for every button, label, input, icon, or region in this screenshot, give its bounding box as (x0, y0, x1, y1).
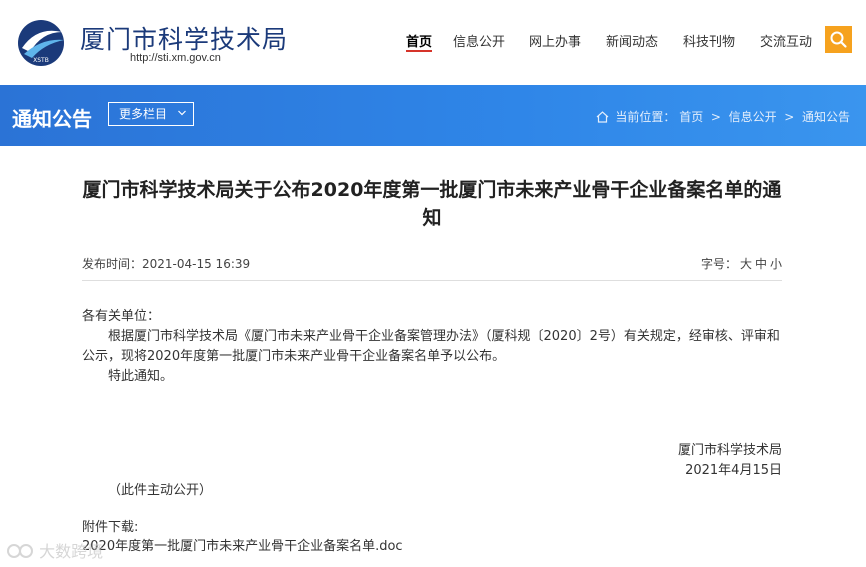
nav-item-interaction[interactable]: 交流互动 (760, 31, 812, 50)
site-url[interactable]: http://sti.xm.gov.cn (130, 52, 221, 64)
salutation: 各有关单位： (82, 309, 161, 324)
font-size-medium[interactable]: 中 (755, 257, 767, 271)
signature-org: 厦门市科学技术局 (677, 443, 782, 458)
chevron-down-icon (178, 110, 186, 116)
article-title: 厦门市科学技术局关于公布2020年度第一批厦门市未来产业骨干企业备案名单的通知 (82, 179, 782, 229)
font-size-label: 字号： (700, 257, 737, 271)
watermark-logo-icon (7, 544, 33, 558)
breadcrumb: 当前位置： 首页 > 信息公开 > 通知公告 (596, 108, 850, 125)
attachment-label: 附件下载: (82, 520, 139, 535)
breadcrumb-separator: > (784, 110, 795, 124)
breadcrumb-prefix: 当前位置： (615, 110, 676, 124)
nav-item-news[interactable]: 新闻动态 (606, 31, 658, 50)
nav-item-info-disclosure[interactable]: 信息公开 (453, 31, 505, 50)
section-banner: 通知公告 更多栏目 当前位置： 首页 > 信息公开 > 通知公告 (0, 85, 866, 146)
breadcrumb-notices[interactable]: 通知公告 (802, 110, 850, 124)
font-size-small[interactable]: 小 (770, 257, 782, 271)
site-title[interactable]: 厦门市科学技术局 (80, 20, 288, 56)
font-size-switcher: 字号：大中小 (701, 255, 782, 272)
nav-item-online-services[interactable]: 网上办事 (529, 31, 581, 50)
closing-line: 特此通知。 (108, 369, 174, 384)
bureau-logo[interactable]: XSTB (12, 18, 70, 68)
more-columns-dropdown[interactable]: 更多栏目 (108, 102, 194, 126)
watermark: 大数跨境 (6, 538, 103, 562)
attachment-link[interactable]: 2020年度第一批厦门市未来产业骨干企业备案名单.doc (82, 535, 403, 554)
public-note: （此件主动公开） (108, 483, 213, 498)
breadcrumb-home[interactable]: 首页 (679, 110, 703, 124)
logo-text: XSTB (33, 57, 49, 64)
watermark-text: 大数跨境 (39, 542, 104, 561)
signature-date: 2021年4月15日 (685, 463, 782, 478)
section-title: 通知公告 (12, 107, 92, 131)
home-icon (596, 111, 608, 123)
nav-item-publications[interactable]: 科技刊物 (683, 31, 735, 50)
publish-time: 发布时间：2021-04-15 16:39 (82, 257, 251, 271)
site-header: XSTB 厦门市科学技术局 http://sti.xm.gov.cn 首页 信息… (0, 0, 866, 85)
search-button[interactable] (825, 26, 852, 53)
nav-item-home[interactable]: 首页 (406, 31, 432, 50)
breadcrumb-info-disclosure[interactable]: 信息公开 (729, 110, 777, 124)
search-icon (830, 31, 847, 48)
nav-active-indicator (406, 50, 432, 52)
signature-block: 厦门市科学技术局 2021年4月15日 (678, 441, 782, 481)
body-paragraph: 根据厦门市科学技术局《厦门市未来产业骨干企业备案管理办法》（厦科规〔2020〕2… (82, 329, 780, 364)
title-divider (82, 280, 782, 281)
more-columns-label: 更多栏目 (119, 107, 168, 121)
font-size-large[interactable]: 大 (740, 257, 752, 271)
breadcrumb-separator: > (710, 110, 721, 124)
article-body: 各有关单位： 根据厦门市科学技术局《厦门市未来产业骨干企业备案管理办法》（厦科规… (82, 307, 782, 387)
